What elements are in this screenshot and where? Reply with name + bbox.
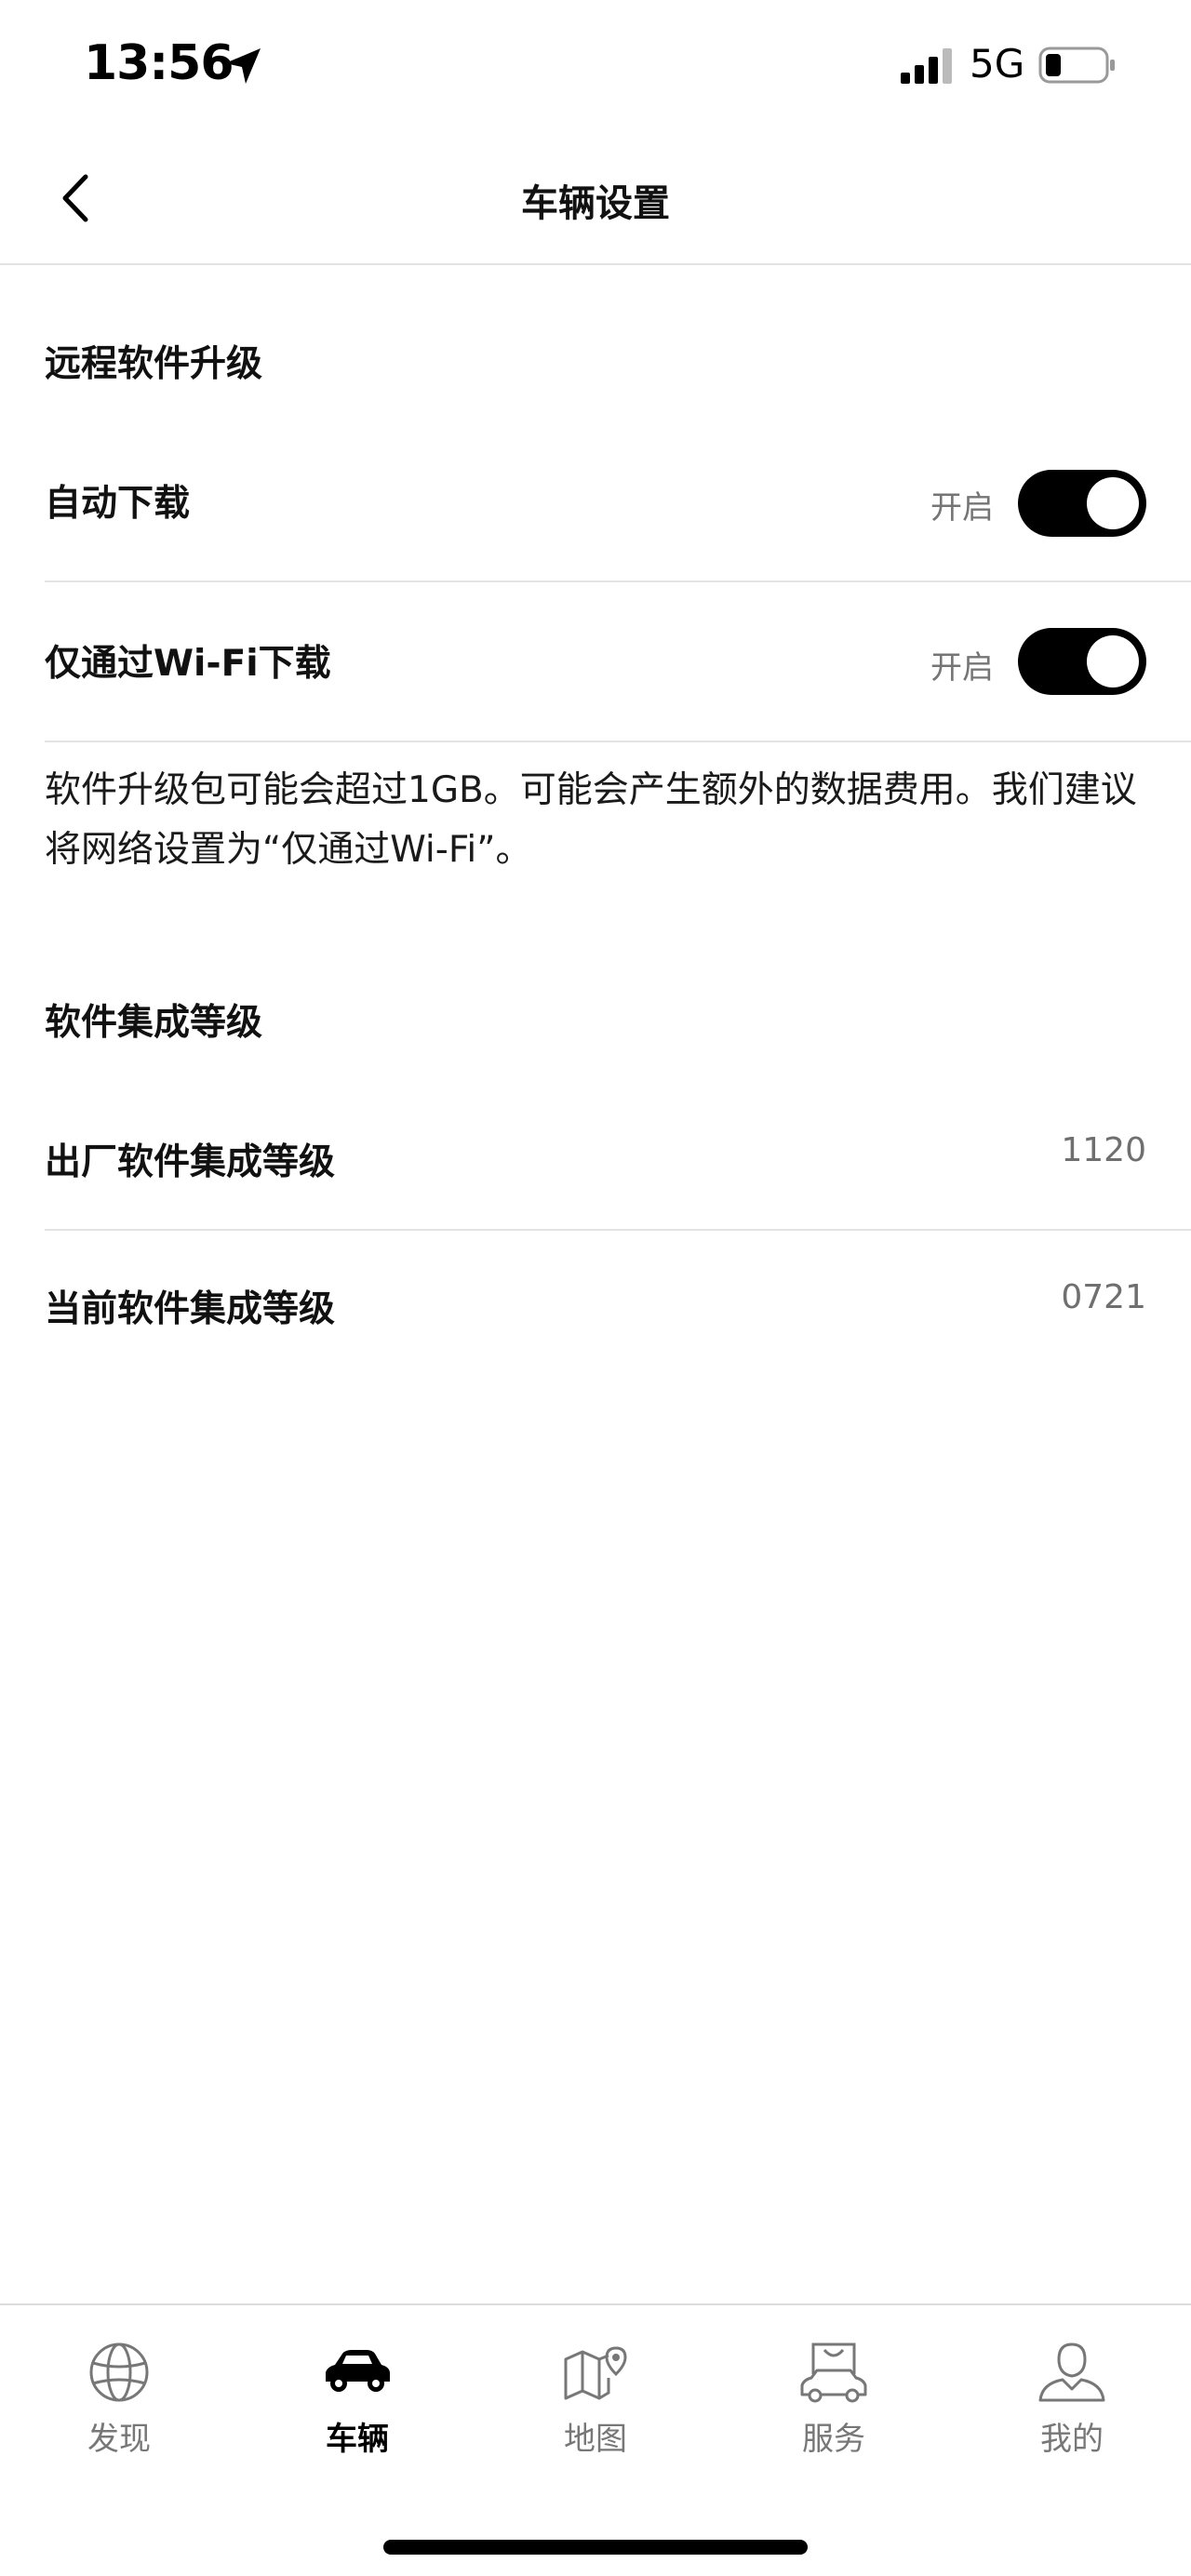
ota-section-title: 远程软件升级 <box>45 343 263 385</box>
auto-download-status: 开启 <box>930 489 994 527</box>
wifi-only-status: 开启 <box>930 649 994 687</box>
map-icon <box>564 2346 627 2400</box>
tab-label: 车辆 <box>326 2421 389 2458</box>
auto-download-toggle[interactable] <box>1018 470 1146 537</box>
factory-level-value: 1120 <box>1061 1131 1146 1169</box>
toggle-knob <box>1087 477 1139 529</box>
tab-bar-divider <box>0 2303 1191 2305</box>
toggle-knob <box>1087 635 1139 687</box>
battery-icon <box>1038 47 1115 84</box>
home-indicator <box>383 2540 808 2555</box>
integration-section-title: 软件集成等级 <box>45 1002 263 1044</box>
tab-discover[interactable]: 发现 <box>0 2326 238 2465</box>
current-level-label: 当前软件集成等级 <box>45 1288 336 1330</box>
status-time: 13:56 <box>84 35 234 91</box>
tab-services[interactable]: 服务 <box>715 2326 953 2465</box>
car-icon <box>326 2350 390 2392</box>
data-usage-note: 软件升级包可能会超过1GB。可能会产生额外的数据费用。我们建议将网络设置为“仅通… <box>45 769 1137 871</box>
wifi-only-label: 仅通过Wi-Fi下载 <box>45 643 331 685</box>
signal-icon <box>901 48 952 84</box>
tab-label: 发现 <box>87 2421 151 2458</box>
tab-map[interactable]: 地图 <box>476 2326 715 2465</box>
factory-level-label: 出厂软件集成等级 <box>45 1141 336 1183</box>
header-divider <box>0 263 1191 265</box>
tab-vehicle[interactable]: 车辆 <box>238 2326 476 2465</box>
user-icon <box>1038 2342 1105 2402</box>
wifi-only-toggle[interactable] <box>1018 628 1146 695</box>
page-title: 车辆设置 <box>521 182 670 225</box>
tab-label: 我的 <box>1040 2421 1104 2458</box>
tab-label: 地图 <box>564 2421 627 2458</box>
location-arrow-icon <box>225 48 261 84</box>
row-divider <box>45 1229 1191 1231</box>
row-divider <box>45 741 1191 742</box>
globe-icon <box>89 2342 149 2402</box>
row-divider <box>45 581 1191 582</box>
network-type: 5G <box>970 41 1025 87</box>
current-level-value: 0721 <box>1061 1278 1146 1316</box>
auto-download-label: 自动下载 <box>45 483 191 525</box>
tab-me[interactable]: 我的 <box>953 2326 1191 2465</box>
shopping-car-icon <box>800 2342 867 2403</box>
tab-label: 服务 <box>802 2421 865 2458</box>
